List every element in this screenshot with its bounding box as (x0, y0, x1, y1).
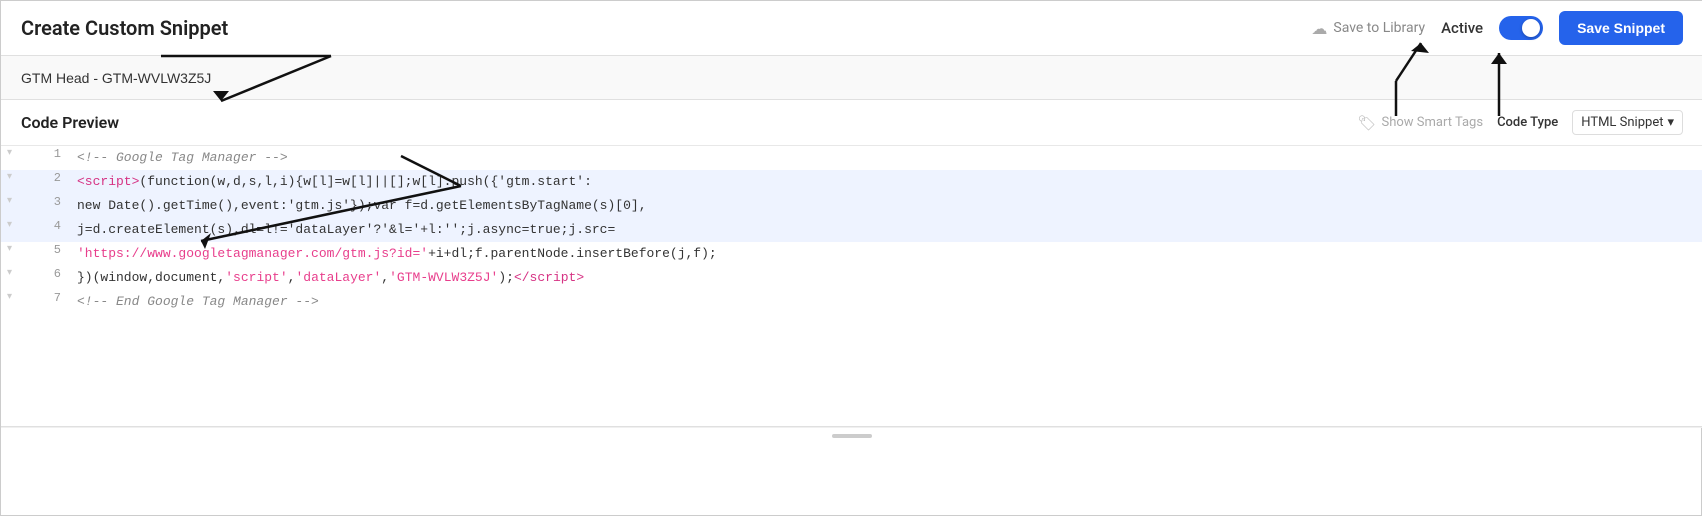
line-content: <!-- End Google Tag Manager --> (77, 291, 1702, 313)
line-content: <script>(function(w,d,s,l,i){w[l]=w[l]||… (77, 171, 1702, 193)
line-expand-dot: ▾ (7, 195, 12, 207)
cloud-icon: ☁ (1311, 19, 1327, 38)
line-number: 7 (41, 291, 61, 305)
line-expand-dot: ▾ (7, 219, 12, 231)
header-actions: ☁ Save to Library Active Save Snippet (1311, 11, 1683, 45)
code-preview-section: Code Preview 🏷 Show Smart Tags Code Type… (1, 100, 1702, 427)
save-to-library-button[interactable]: ☁ Save to Library (1311, 19, 1425, 38)
line-number: 4 (41, 219, 61, 233)
line-number: 1 (41, 147, 61, 161)
show-smart-tags-label: Show Smart Tags (1382, 115, 1484, 130)
line-controls: ▾ (1, 243, 41, 255)
line-number: 2 (41, 171, 61, 185)
show-smart-tags-button[interactable]: 🏷 Show Smart Tags (1357, 114, 1483, 132)
line-content: })(window,document,'script','dataLayer',… (77, 267, 1702, 289)
header: Create Custom Snippet ☁ Save to Library … (1, 1, 1702, 56)
page-wrapper: Create Custom Snippet ☁ Save to Library … (1, 1, 1702, 515)
line-controls: ▾ (1, 267, 41, 279)
scrollbar-hint (1, 427, 1702, 444)
toggle-thumb (1522, 19, 1540, 37)
code-line: ▾ 6 })(window,document,'script','dataLayer… (1, 266, 1702, 290)
line-controls: ▾ (1, 219, 41, 231)
code-line: ▾ 5 'https://www.googletagmanager.com/gtm.… (1, 242, 1702, 266)
line-expand-dot: ▾ (7, 171, 12, 183)
line-content: new Date().getTime(),event:'gtm.js'});va… (77, 195, 1702, 217)
active-toggle[interactable] (1499, 16, 1543, 40)
code-line: ▾ 1 <!-- Google Tag Manager --> (1, 146, 1702, 170)
code-preview-controls: 🏷 Show Smart Tags Code Type HTML Snippet… (1357, 110, 1683, 135)
line-expand-dot: ▾ (7, 243, 12, 255)
save-snippet-button[interactable]: Save Snippet (1559, 11, 1683, 45)
line-content: j=d.createElement(s),dl=l!='dataLayer'?'… (77, 219, 1702, 241)
line-number: 6 (41, 267, 61, 281)
code-preview-header: Code Preview 🏷 Show Smart Tags Code Type… (1, 100, 1702, 146)
scrollbar-bar (832, 434, 872, 438)
toggle-track (1499, 16, 1543, 40)
code-line: ▾ 4 j=d.createElement(s),dl=l!='dataLayer'… (1, 218, 1702, 242)
line-controls: ▾ (1, 171, 41, 183)
line-controls: ▾ (1, 291, 41, 303)
snippet-name-input[interactable] (21, 70, 1683, 86)
code-preview-title: Code Preview (21, 113, 119, 132)
chevron-down-icon: ▾ (1667, 115, 1674, 130)
code-type-value: HTML Snippet (1581, 115, 1663, 130)
code-line: ▾ 2 <script>(function(w,d,s,l,i){w[l]=w[l]… (1, 170, 1702, 194)
line-number: 3 (41, 195, 61, 209)
line-controls: ▾ (1, 147, 41, 159)
line-expand-dot: ▾ (7, 147, 12, 159)
code-type-select[interactable]: HTML Snippet ▾ (1572, 110, 1683, 135)
line-content: 'https://www.googletagmanager.com/gtm.js… (77, 243, 1702, 265)
line-content: <!-- Google Tag Manager --> (77, 147, 1702, 169)
save-to-library-label: Save to Library (1333, 20, 1425, 36)
tag-icon: 🏷 (1357, 114, 1376, 132)
code-type-label: Code Type (1497, 115, 1558, 130)
code-editor[interactable]: ▾ 1 <!-- Google Tag Manager --> ▾ 2 <script>(… (1, 146, 1702, 426)
line-number: 5 (41, 243, 61, 257)
snippet-name-bar (1, 56, 1702, 100)
line-controls: ▾ (1, 195, 41, 207)
code-line: ▾ 3 new Date().getTime(),event:'gtm.js'});… (1, 194, 1702, 218)
line-expand-dot: ▾ (7, 267, 12, 279)
active-label: Active (1441, 19, 1483, 37)
page-title: Create Custom Snippet (21, 16, 228, 40)
code-line: ▾ 7 <!-- End Google Tag Manager --> (1, 290, 1702, 314)
line-expand-dot: ▾ (7, 291, 12, 303)
